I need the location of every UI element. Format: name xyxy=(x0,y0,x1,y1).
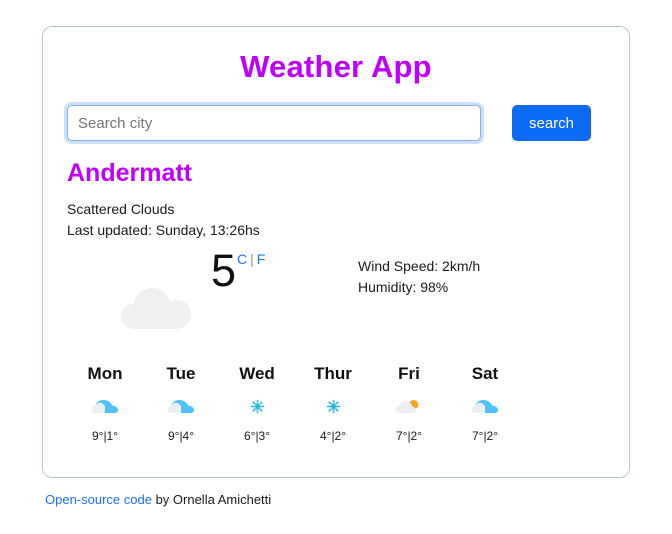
weather-card: Weather App search Andermatt Scattered C… xyxy=(42,26,630,478)
forecast-day-sat: Sat 7°|2° xyxy=(447,364,523,443)
forecast-day-temps: 9°|4° xyxy=(167,429,195,443)
temperature-value: 5 xyxy=(211,245,237,296)
fahrenheit-link[interactable]: F xyxy=(257,251,266,267)
forecast-day-tue: Tue 9°|4° xyxy=(143,364,219,443)
forecast-day-label: Thur xyxy=(314,364,352,383)
forecast-day-temps: 7°|2° xyxy=(471,429,499,443)
forecast-day-thur: Thur 4°|2° xyxy=(295,364,371,443)
snowflake-icon xyxy=(295,393,371,419)
city-name: Andermatt xyxy=(67,159,193,187)
open-source-link[interactable]: Open-source code xyxy=(45,492,152,507)
search-input[interactable] xyxy=(67,105,481,141)
forecast-day-label: Tue xyxy=(166,364,196,383)
temperature-display: 5 C | F xyxy=(211,248,265,294)
footer: Open-source code by Ornella Amichetti xyxy=(45,492,271,507)
forecast-day-wed: Wed 6°|3° xyxy=(219,364,295,443)
forecast-day-label: Wed xyxy=(239,364,275,383)
wind-speed: Wind Speed: 2km/h xyxy=(358,258,481,274)
forecast-day-label: Sat xyxy=(471,364,499,383)
humidity: Humidity: 98% xyxy=(358,279,449,295)
cloud-icon xyxy=(143,393,219,419)
weather-condition: Scattered Clouds xyxy=(67,201,175,217)
forecast-day-fri: Fri 7°|2° xyxy=(371,364,447,443)
forecast-day-label: Fri xyxy=(398,364,420,383)
celsius-link[interactable]: C xyxy=(237,251,247,267)
cloud-icon xyxy=(119,285,197,331)
forecast-day-temps: 7°|2° xyxy=(395,429,423,443)
weather-metrics: Wind Speed: 2km/h Humidity: 98% xyxy=(358,256,480,298)
forecast-day-mon: Mon 9°|1° xyxy=(67,364,143,443)
footer-credit: by Ornella Amichetti xyxy=(151,492,272,507)
forecast-day-temps: 9°|1° xyxy=(91,429,119,443)
unit-separator: | xyxy=(250,251,254,267)
last-updated: Last updated: Sunday, 13:26hs xyxy=(67,222,260,238)
current-weather: 5 C | F Wind Speed: 2km/h Humidity: 98% xyxy=(43,246,629,358)
search-bar: search xyxy=(43,105,629,141)
forecast-day-temps: 6°|3° xyxy=(243,429,271,443)
forecast-row: Mon 9°|1° Tue 9°|4° Wed 6°|3° Thur 4°|2°… xyxy=(43,364,629,443)
snowflake-icon xyxy=(219,393,295,419)
search-button[interactable]: search xyxy=(512,105,591,141)
forecast-day-label: Mon xyxy=(87,364,123,383)
forecast-day-temps: 4°|2° xyxy=(319,429,347,443)
sun-cloud-icon xyxy=(371,393,447,419)
unit-toggle: C | F xyxy=(237,252,265,266)
cloud-icon xyxy=(447,393,523,419)
cloud-icon xyxy=(67,393,143,419)
page-title: Weather App xyxy=(240,49,432,84)
